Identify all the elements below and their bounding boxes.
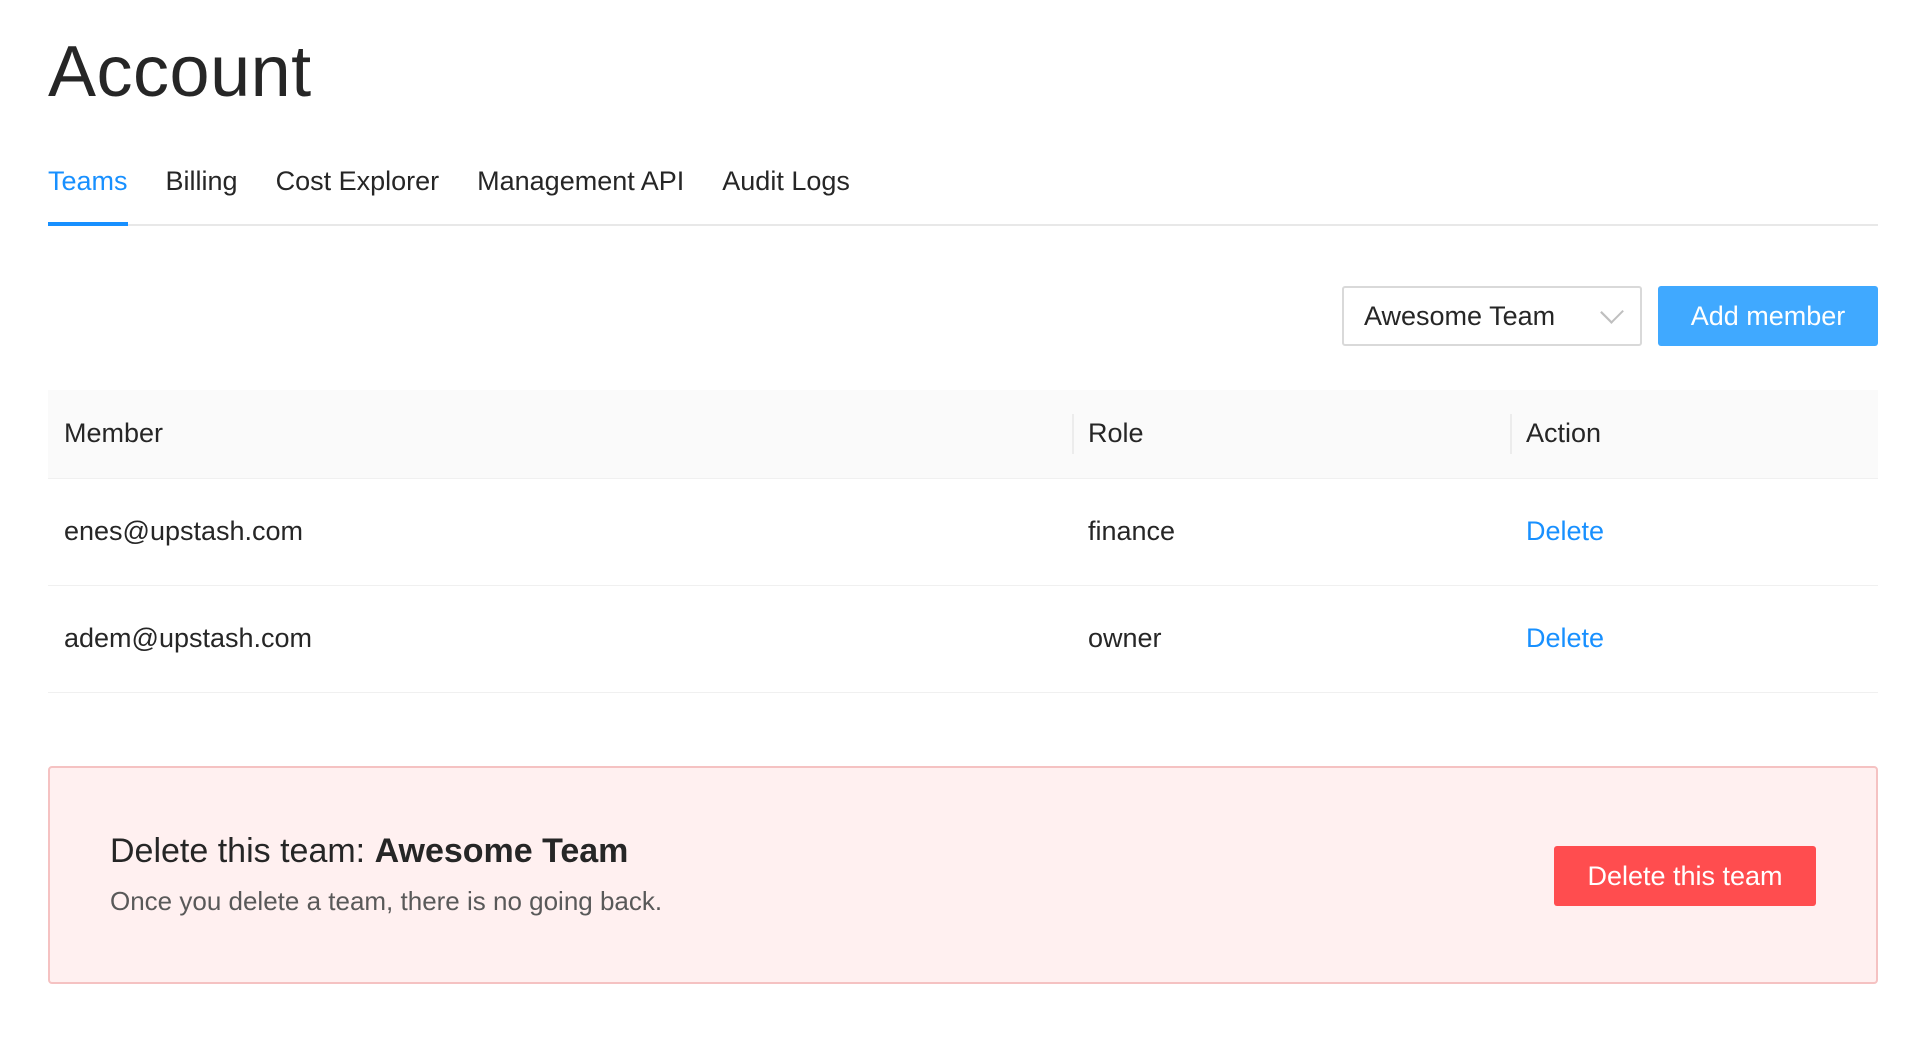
tab-teams[interactable]: Teams [48,160,128,226]
action-cell: Delete [1510,585,1878,693]
column-header-action: Action [1510,390,1878,479]
team-select[interactable]: Awesome Team [1342,286,1642,346]
account-tabs: Teams Billing Cost Explorer Management A… [48,160,1878,226]
delete-team-button[interactable]: Delete this team [1554,846,1816,906]
action-cell: Delete [1510,478,1878,586]
table-row: adem@upstash.com owner Delete [48,585,1878,693]
member-email: adem@upstash.com [48,585,1072,693]
member-role: owner [1072,585,1510,693]
table-header-row: Member Role Action [48,390,1878,479]
add-member-button[interactable]: Add member [1658,286,1878,346]
danger-zone: Delete this team: Awesome Team Once you … [48,766,1878,984]
danger-zone-title: Delete this team: Awesome Team [110,832,628,871]
tab-audit-logs[interactable]: Audit Logs [722,160,850,224]
account-page: Account Teams Billing Cost Explorer Mana… [0,0,1920,1037]
members-table: Member Role Action enes@upstash.com fina… [48,390,1878,693]
tab-management-api[interactable]: Management API [477,160,684,224]
delete-member-link[interactable]: Delete [1526,623,1604,653]
member-role: finance [1072,478,1510,586]
teams-toolbar: Awesome Team Add member [1342,286,1878,346]
page-title: Account [48,32,312,112]
table-row: enes@upstash.com finance Delete [48,478,1878,586]
member-email: enes@upstash.com [48,478,1072,586]
column-header-member: Member [48,390,1072,479]
danger-title-prefix: Delete this team: [110,832,375,870]
column-header-role: Role [1072,390,1510,479]
tab-billing[interactable]: Billing [166,160,238,224]
chevron-down-icon [1600,300,1624,324]
danger-zone-description: Once you delete a team, there is no goin… [110,886,663,916]
team-select-value: Awesome Team [1364,300,1556,331]
danger-team-name: Awesome Team [374,832,629,870]
delete-member-link[interactable]: Delete [1526,516,1604,546]
tab-cost-explorer[interactable]: Cost Explorer [276,160,440,224]
